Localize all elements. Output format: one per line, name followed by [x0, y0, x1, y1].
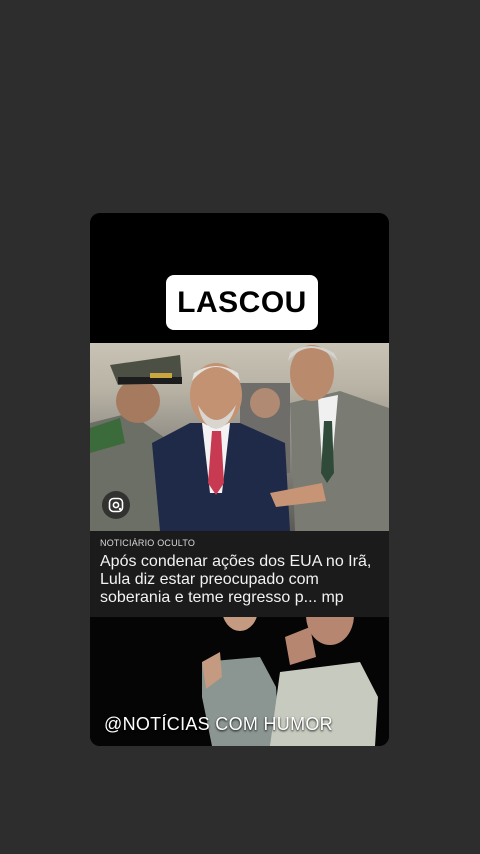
google-lens-icon[interactable] [102, 491, 130, 519]
soldier-cap-braid [150, 373, 172, 378]
headline-text: LASCOU [177, 285, 307, 319]
headline-label: LASCOU [166, 275, 318, 330]
right-suit [290, 391, 389, 531]
right-head [290, 345, 334, 401]
news-source: NOTICIÁRIO OCULTO [100, 538, 196, 548]
reaction-area: @NOTÍCIAS COM HUMOR [90, 617, 389, 746]
soldier-cap-brim [118, 377, 182, 384]
soldier-head [116, 379, 160, 423]
laughing-man-left-head [223, 617, 257, 631]
news-caption: NOTICIÁRIO OCULTO Após condenar ações do… [90, 531, 389, 617]
channel-watermark: @NOTÍCIAS COM HUMOR [104, 714, 333, 734]
post-card[interactable]: LASCOU NOTICIÁRIO OCULTO Após condenar a… [90, 213, 389, 746]
bg-figure-head [250, 388, 280, 418]
news-photo-illustration [90, 345, 389, 531]
lens-glyph [108, 497, 124, 513]
news-photo [90, 343, 389, 531]
news-story-text: Após condenar ações dos EUA no Irã, Lula… [100, 553, 372, 606]
laughing-man-right-head [306, 617, 354, 645]
